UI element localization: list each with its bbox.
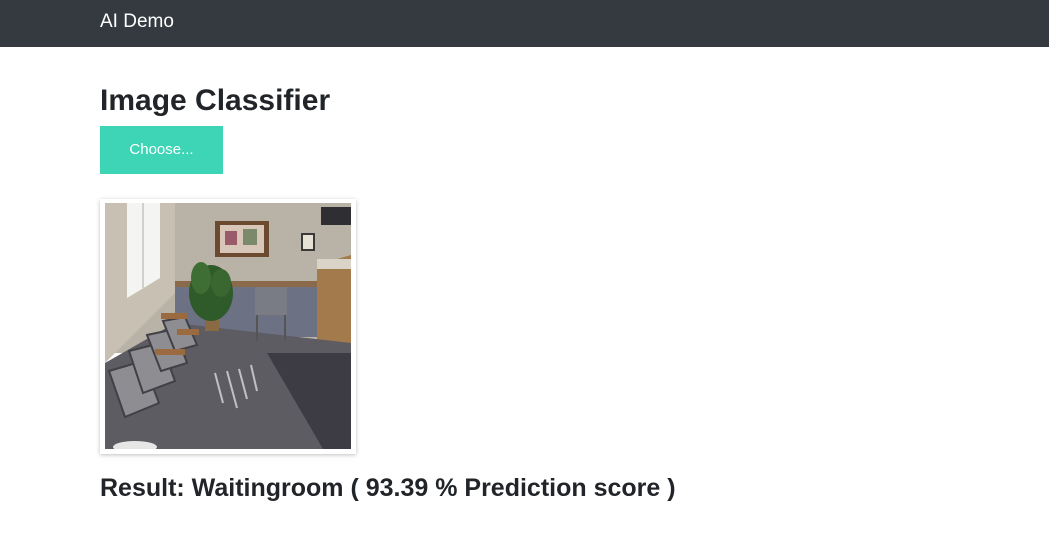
uploaded-image-preview (100, 199, 356, 454)
choose-file-button[interactable]: Choose... (100, 126, 223, 174)
page-title: Image Classifier (100, 84, 331, 117)
top-navbar: AI Demo (0, 0, 1049, 47)
navbar-brand-link[interactable]: AI Demo (100, 10, 174, 34)
result-text: Result: Waitingroom ( 93.39 % Prediction… (100, 474, 676, 502)
waiting-room-photo (105, 203, 351, 449)
